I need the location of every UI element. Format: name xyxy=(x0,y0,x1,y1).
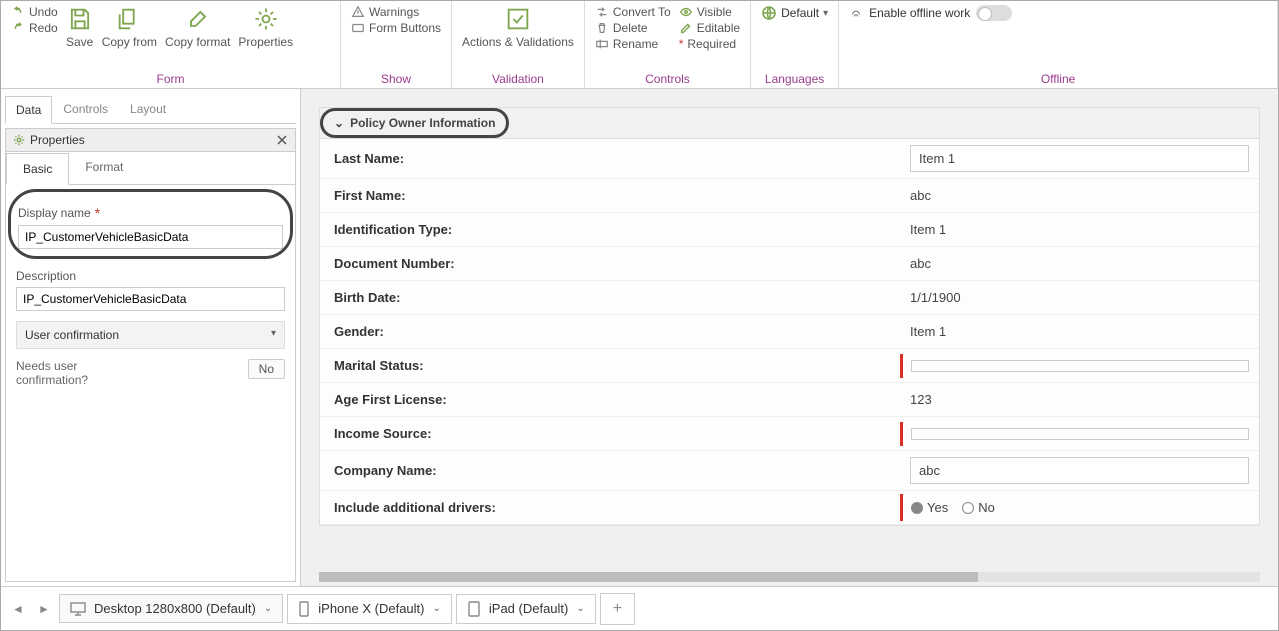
device-tab-iphone[interactable]: iPhone X (Default)⌄ xyxy=(287,594,452,624)
ribbon-group-validation: Validation xyxy=(462,72,574,86)
convert-to-button[interactable]: Convert To xyxy=(595,5,671,19)
field-label: Income Source: xyxy=(320,418,900,449)
field-value[interactable]: abc xyxy=(900,250,1259,277)
actions-validations-button[interactable]: Actions & Validations xyxy=(462,5,574,49)
add-device-button[interactable]: + xyxy=(600,593,635,625)
field-value[interactable] xyxy=(900,422,1259,446)
warnings-toggle[interactable]: Warnings xyxy=(351,5,441,19)
asterisk-icon: * xyxy=(95,205,100,221)
field-value[interactable]: 123 xyxy=(900,386,1259,413)
form-row: Last Name:Item 1 xyxy=(320,139,1259,179)
chevron-down-icon: ⌄ xyxy=(576,603,584,614)
properties-title: Properties xyxy=(30,133,85,147)
field-value[interactable]: Item 1 xyxy=(900,216,1259,243)
field-label: Gender: xyxy=(320,316,900,347)
prev-device[interactable]: ◄ xyxy=(7,595,29,623)
chevron-down-icon: ⌄ xyxy=(433,603,441,614)
form-row: Company Name:abc xyxy=(320,451,1259,491)
form-canvas: ⌄ Policy Owner Information Last Name:Ite… xyxy=(301,89,1278,586)
display-name-label: Display name xyxy=(18,206,91,220)
editable-button[interactable]: Editable xyxy=(679,21,740,35)
copy-format-button[interactable]: Copy format xyxy=(165,5,230,49)
field-value[interactable]: Item 1 xyxy=(900,318,1259,345)
device-tab-desktop[interactable]: Desktop 1280x800 (Default)⌄ xyxy=(59,594,283,623)
phone-icon xyxy=(298,601,310,617)
ribbon-group-form: Form xyxy=(11,72,330,86)
tab-controls[interactable]: Controls xyxy=(52,95,119,123)
chevron-down-icon: ⌄ xyxy=(264,603,272,614)
device-footer: ◄ ► Desktop 1280x800 (Default)⌄ iPhone X… xyxy=(1,586,1278,630)
ribbon-group-offline: Offline xyxy=(849,72,1267,86)
subtab-basic[interactable]: Basic xyxy=(6,153,69,185)
left-panel: Data Controls Layout Properties Basic Fo… xyxy=(1,89,301,586)
field-label: First Name: xyxy=(320,180,900,211)
field-label: Include additional drivers: xyxy=(320,492,900,523)
field-value[interactable]: abc xyxy=(900,182,1259,209)
field-value[interactable]: Yes No xyxy=(900,494,1259,521)
section-title: Policy Owner Information xyxy=(350,116,495,130)
description-label: Description xyxy=(16,269,76,283)
tab-data[interactable]: Data xyxy=(5,96,52,124)
close-icon[interactable] xyxy=(275,133,289,147)
form-row: Birth Date:1/1/1900 xyxy=(320,281,1259,315)
enable-offline-toggle[interactable]: Enable offline work xyxy=(849,5,1012,21)
undo-button[interactable]: Undo xyxy=(11,5,58,19)
field-value[interactable]: abc xyxy=(900,451,1259,490)
needs-user-confirmation-toggle[interactable]: No xyxy=(248,359,285,379)
field-label: Document Number: xyxy=(320,248,900,279)
field-value[interactable] xyxy=(900,354,1259,378)
radio-no[interactable]: No xyxy=(962,500,995,515)
visible-button[interactable]: Visible xyxy=(679,5,740,19)
description-input[interactable] xyxy=(16,287,285,311)
chevron-down-icon: ▾ xyxy=(823,8,828,19)
needs-user-confirmation-label: Needs user confirmation? xyxy=(16,359,136,387)
field-label: Age First License: xyxy=(320,384,900,415)
display-name-input[interactable] xyxy=(18,225,283,249)
toggle-switch[interactable] xyxy=(976,5,1012,21)
form-row: Include additional drivers: Yes No xyxy=(320,491,1259,525)
radio-yes[interactable]: Yes xyxy=(911,500,948,515)
tab-layout[interactable]: Layout xyxy=(119,95,177,123)
chevron-down-icon: ▾ xyxy=(271,328,276,342)
ribbon-group-controls: Controls xyxy=(595,72,740,86)
gear-icon xyxy=(12,133,26,147)
device-tab-ipad[interactable]: iPad (Default)⌄ xyxy=(456,594,596,624)
form-row: Marital Status: xyxy=(320,349,1259,383)
form-row: Identification Type:Item 1 xyxy=(320,213,1259,247)
copy-from-button[interactable]: Copy from xyxy=(102,5,157,49)
save-button[interactable]: Save xyxy=(66,5,94,49)
ribbon: Undo Redo Save Copy from Copy format Pro… xyxy=(1,1,1278,89)
form-row: Income Source: xyxy=(320,417,1259,451)
ribbon-group-languages: Languages xyxy=(761,72,828,86)
chevron-down-icon[interactable]: ⌄ xyxy=(334,116,344,130)
properties-panel: Properties Basic Format Display name * De… xyxy=(5,128,296,582)
form-buttons-toggle[interactable]: Form Buttons xyxy=(351,21,441,35)
form-row: First Name:abc xyxy=(320,179,1259,213)
form-row: Document Number:abc xyxy=(320,247,1259,281)
tablet-icon xyxy=(467,601,481,617)
next-device[interactable]: ► xyxy=(33,595,55,623)
field-label: Marital Status: xyxy=(320,350,900,381)
desktop-icon xyxy=(70,602,86,616)
redo-button[interactable]: Redo xyxy=(11,21,58,35)
delete-button[interactable]: Delete xyxy=(595,21,671,35)
horizontal-scrollbar[interactable] xyxy=(319,572,1260,582)
properties-button[interactable]: Properties xyxy=(238,5,293,49)
user-confirmation-expander[interactable]: User confirmation▾ xyxy=(16,321,285,349)
field-label: Company Name: xyxy=(320,455,900,486)
rename-button[interactable]: Rename xyxy=(595,37,671,51)
field-label: Identification Type: xyxy=(320,214,900,245)
field-label: Birth Date: xyxy=(320,282,900,313)
field-value[interactable]: 1/1/1900 xyxy=(900,284,1259,311)
field-label: Last Name: xyxy=(320,143,900,174)
language-selector[interactable]: Default▾ xyxy=(761,5,828,21)
form-row: Age First License:123 xyxy=(320,383,1259,417)
field-value[interactable]: Item 1 xyxy=(900,139,1259,178)
subtab-format[interactable]: Format xyxy=(69,152,139,184)
asterisk-icon: * xyxy=(679,37,684,51)
form-row: Gender:Item 1 xyxy=(320,315,1259,349)
required-button[interactable]: *Required xyxy=(679,37,740,51)
ribbon-group-show: Show xyxy=(351,72,441,86)
